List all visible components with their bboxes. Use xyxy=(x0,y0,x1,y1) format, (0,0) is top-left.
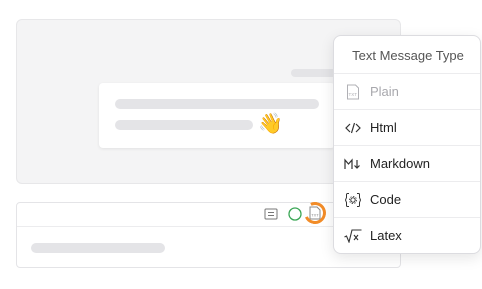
menu-item-code[interactable]: Code xyxy=(334,181,480,217)
menu-item-html[interactable]: Html xyxy=(334,109,480,145)
circle-icon[interactable] xyxy=(287,206,303,222)
menu-item-label: Html xyxy=(370,120,397,135)
menu-item-markdown[interactable]: Markdown xyxy=(334,145,480,181)
menu-item-plain[interactable]: TXT Plain xyxy=(334,73,480,109)
markdown-icon xyxy=(344,155,362,173)
menu-item-label: Latex xyxy=(370,228,402,243)
placeholder-line xyxy=(115,120,253,130)
menu-item-latex[interactable]: Latex xyxy=(334,217,480,253)
waving-hand-emoji: 👋 xyxy=(258,111,283,135)
svg-text:TXT: TXT xyxy=(349,92,358,97)
placeholder-line xyxy=(31,243,165,253)
code-settings-icon xyxy=(344,191,362,209)
list-icon[interactable] xyxy=(263,206,279,222)
message-bubble xyxy=(99,83,335,148)
sqrt-icon xyxy=(344,227,362,245)
text-message-type-menu: Text Message Type TXT Plain Html Markdow… xyxy=(333,35,481,254)
menu-title: Text Message Type xyxy=(352,48,464,63)
menu-item-label: Plain xyxy=(370,84,399,99)
txt-file-icon: TXT xyxy=(344,83,362,101)
menu-item-label: Code xyxy=(370,192,402,207)
placeholder-line xyxy=(115,99,319,109)
menu-item-label: Markdown xyxy=(370,156,430,171)
code-brackets-icon xyxy=(344,119,362,137)
